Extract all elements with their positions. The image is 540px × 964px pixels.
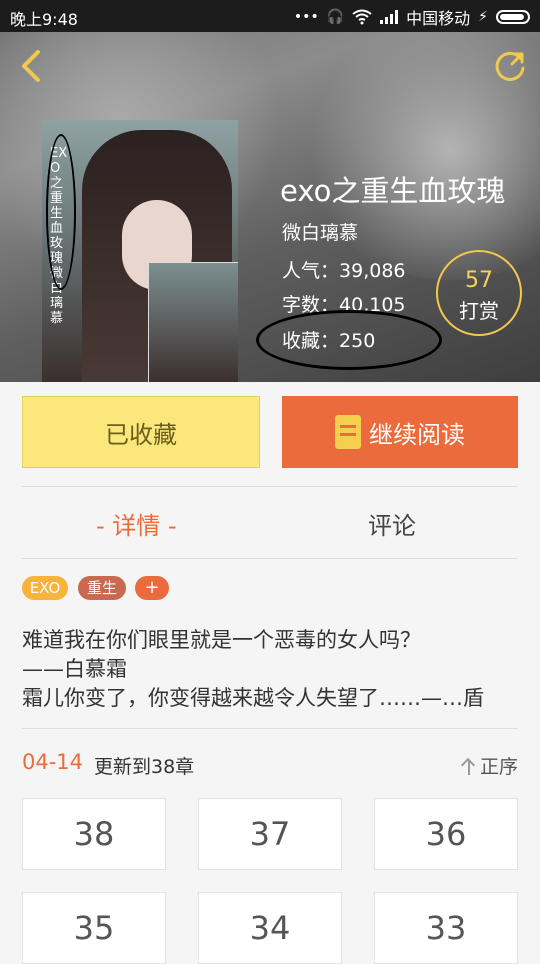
chapter-tile[interactable]: 38 [22,798,166,870]
cover-annotation-ellipse [46,134,76,290]
carrier-label: 中国移动 [406,9,471,28]
chapter-tile[interactable]: 37 [198,798,342,870]
tag-exo[interactable]: EXO [22,576,68,600]
description-line: 霜儿你变了，你变得越来越令人失望了……—…盾 [22,686,484,710]
divider [22,728,518,729]
chapter-tile[interactable]: 33 [374,892,518,964]
more-dots-icon: ••• [293,9,319,25]
add-tag-button[interactable]: + [135,576,169,600]
book-description[interactable]: 难道我在你们眼里就是一个恶毒的女人吗？ ——白慕霜 霜儿你变了，你变得越来越令人… [22,626,522,713]
tip-button[interactable]: 57 打赏 [436,250,522,336]
book-icon [335,415,361,449]
divider [22,486,518,487]
book-title: exo之重生血玫瑰 [280,174,506,208]
status-bar: 晚上9:48 ••• 🎧 中国移动 ⚡ [0,0,540,32]
description-line: 难道我在你们眼里就是一个恶毒的女人吗？ [22,628,421,652]
favorites-annotation-ellipse [256,310,442,370]
divider [22,558,518,559]
description-line: ——白慕霜 [22,657,127,681]
tip-label: 打赏 [459,299,499,323]
status-time: 晚上9:48 [10,10,78,29]
continue-reading-button[interactable]: 继续阅读 [282,396,518,468]
update-date: 04-14 [22,750,84,774]
status-icons: ••• 🎧 中国移动 ⚡ [294,5,530,29]
chapter-tile[interactable]: 36 [374,798,518,870]
sort-label: 正序 [479,756,518,778]
sort-order-button[interactable]: 正序 [462,752,518,779]
share-refresh-icon[interactable] [490,46,530,86]
chapter-tile[interactable]: 34 [198,892,342,964]
wifi-icon [352,9,372,25]
headset-icon: 🎧 [326,9,345,25]
collected-button[interactable]: 已收藏 [22,396,260,468]
continue-reading-label: 继续阅读 [369,420,465,449]
update-text: 更新到38章 [94,756,195,778]
arrow-up-icon [462,758,476,775]
stat-popularity: 人气：39,086 [282,256,406,283]
popularity-label: 人气： [282,260,340,282]
collected-label: 已收藏 [105,420,177,449]
signal-icon [380,10,399,24]
tag-reborn[interactable]: 重生 [78,576,126,600]
chapter-tile[interactable]: 35 [22,892,166,964]
charging-icon: ⚡ [478,9,488,25]
book-author[interactable]: 微白璃慕 [282,218,358,245]
battery-icon [496,10,530,24]
tab-comments[interactable]: 评论 [368,506,416,541]
book-cover[interactable]: EXO之重生血玫瑰 微白璃慕 [42,120,238,382]
tab-details[interactable]: - 详情 - [96,506,177,541]
popularity-value: 39,086 [339,260,406,282]
cover-inset-photo [148,262,238,382]
tip-count: 57 [465,268,493,293]
back-icon[interactable] [12,46,52,86]
